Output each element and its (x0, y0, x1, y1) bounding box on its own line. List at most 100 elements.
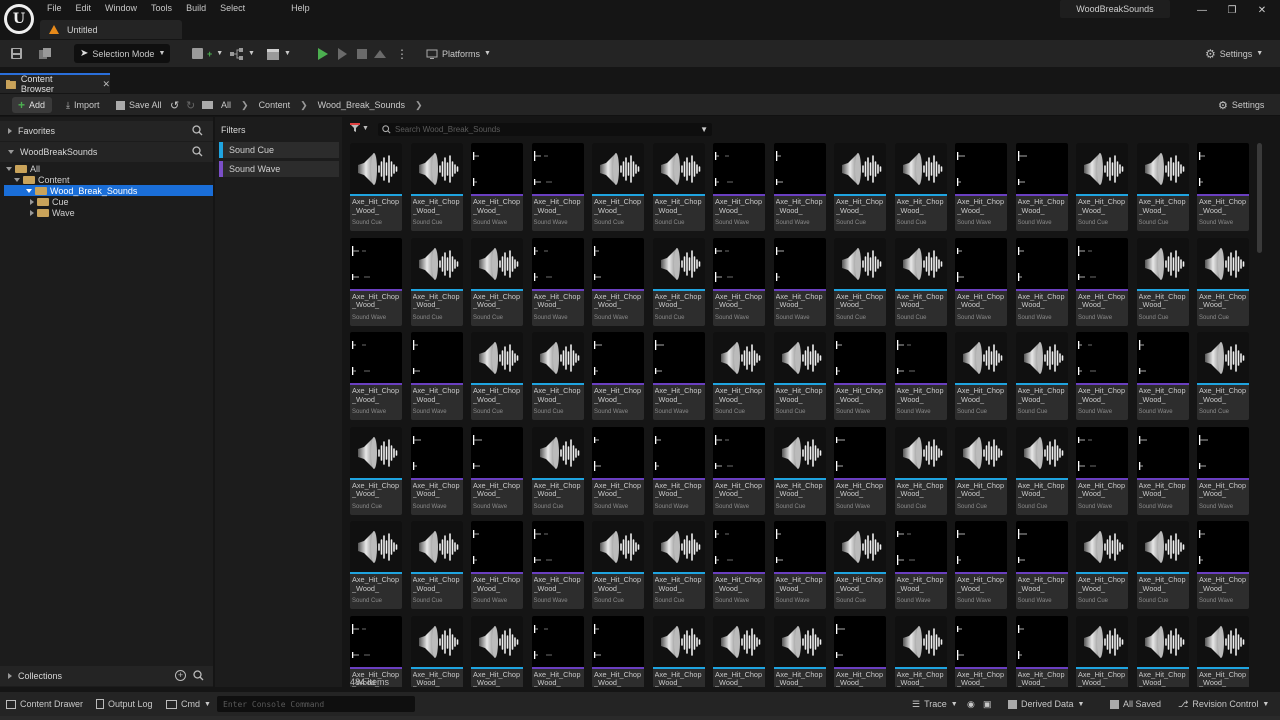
asset-tile[interactable]: Axe_Hit_Chop _Wood_Sound Cue (471, 237, 523, 326)
asset-tile[interactable]: Axe_Hit_Chop _Wood_Sound Cue (652, 615, 705, 687)
menu-help[interactable]: Help (284, 2, 317, 14)
asset-tile[interactable]: Axe_Hit_Chop _Wood_Sound Cue (531, 332, 584, 420)
close-icon[interactable]: ✕ (102, 79, 110, 90)
asset-tile[interactable]: Axe_Hit_Chop _Wood_Sound Cue (894, 237, 947, 326)
asset-tile[interactable]: Axe_Hit_Chop _Wood_Sound Wave (471, 426, 523, 515)
asset-tile[interactable]: Axe_Hit_Chop _Wood_Sound Wave (1015, 615, 1068, 687)
platforms-dropdown[interactable]: Platforms ▼ (426, 44, 491, 63)
asset-search-input[interactable]: Search Wood_Break_Sounds ▼ (378, 123, 712, 136)
scrollbar[interactable] (1257, 143, 1262, 253)
asset-tile[interactable]: Axe_Hit_Chop _Wood_Sound Cue (592, 143, 644, 231)
record-button[interactable]: ◉ (967, 697, 975, 711)
breadcrumb-wood-break-sounds[interactable]: Wood_Break_Sounds (318, 100, 405, 110)
filter-sound-wave[interactable]: Sound Wave (219, 161, 339, 177)
favorites-header[interactable]: Favorites (0, 121, 213, 141)
asset-tile[interactable]: Axe_Hit_Chop _Wood_Sound Cue (410, 521, 463, 609)
menu-file[interactable]: File (40, 2, 69, 14)
collections-header[interactable]: Collections + (0, 666, 213, 686)
asset-tile[interactable]: Axe_Hit_Chop _Wood_Sound Cue (894, 143, 947, 231)
cinematics-button[interactable]: ▼ (266, 44, 291, 63)
asset-tile[interactable]: Axe_Hit_Chop _Wood_Sound Wave (955, 521, 1007, 609)
asset-tile[interactable]: Axe_Hit_Chop _Wood_Sound Wave (531, 615, 584, 687)
asset-tile[interactable]: Axe_Hit_Chop _Wood_Sound Wave (471, 143, 523, 231)
asset-tile[interactable]: Axe_Hit_Chop _Wood_Sound Cue (531, 426, 584, 515)
eject-button[interactable] (374, 44, 386, 63)
asset-tile[interactable]: Axe_Hit_Chop _Wood_Sound Wave (773, 143, 826, 231)
asset-tile[interactable]: Axe_Hit_Chop _Wood_Sound Cue (834, 521, 886, 609)
tree-item-all[interactable]: All (0, 163, 213, 174)
asset-tile[interactable]: Axe_Hit_Chop _Wood_Sound Cue (1015, 426, 1068, 515)
asset-tile[interactable]: Axe_Hit_Chop _Wood_Sound Cue (1136, 615, 1189, 687)
console-input[interactable]: Enter Console Command (217, 696, 415, 712)
history-back-button[interactable]: ↺ (170, 98, 179, 112)
breadcrumb-all[interactable]: All (221, 100, 231, 110)
tree-item-wood-break-sounds[interactable]: Wood_Break_Sounds (4, 185, 213, 196)
menu-window[interactable]: Window (98, 2, 144, 14)
asset-tile[interactable]: Axe_Hit_Chop _Wood_Sound Cue (1015, 332, 1068, 420)
asset-tile[interactable]: Axe_Hit_Chop _Wood_Sound Wave (410, 332, 463, 420)
asset-tile[interactable]: Axe_Hit_Chop _Wood_Sound Cue (1076, 521, 1128, 609)
tree-item-wave[interactable]: Wave (0, 207, 213, 218)
asset-tile[interactable]: Axe_Hit_Chop _Wood_Sound Cue (773, 332, 826, 420)
asset-tile[interactable]: Axe_Hit_Chop _Wood_Sound Wave (713, 521, 765, 609)
asset-tile[interactable]: Axe_Hit_Chop _Wood_Sound Cue (1136, 521, 1189, 609)
asset-tile[interactable]: Axe_Hit_Chop _Wood_Sound Wave (592, 332, 644, 420)
blueprint-button[interactable]: ▼ (230, 44, 255, 63)
asset-tile[interactable]: Axe_Hit_Chop _Wood_Sound Cue (834, 237, 886, 326)
asset-tile[interactable]: Axe_Hit_Chop _Wood_Sound Cue (834, 143, 886, 231)
asset-tile[interactable]: Axe_Hit_Chop _Wood_Sound Wave (1015, 143, 1068, 231)
asset-tile[interactable]: Axe_Hit_Chop _Wood_Sound Wave (531, 143, 584, 231)
asset-tile[interactable]: Axe_Hit_Chop _Wood_Sound Wave (350, 332, 402, 420)
asset-tile[interactable]: Axe_Hit_Chop _Wood_Sound Cue (652, 143, 705, 231)
asset-tile[interactable]: Axe_Hit_Chop _Wood_Sound Wave (531, 521, 584, 609)
menu-build[interactable]: Build (179, 2, 213, 14)
asset-tile[interactable]: Axe_Hit_Chop _Wood_Sound Cue (713, 332, 765, 420)
browse-icon[interactable] (38, 44, 52, 63)
asset-tile[interactable]: Axe_Hit_Chop _Wood_Sound Cue (955, 332, 1007, 420)
asset-tile[interactable]: Axe_Hit_Chop _Wood_Sound Wave (955, 143, 1007, 231)
content-drawer-button[interactable]: Content Drawer (6, 697, 83, 711)
asset-tile[interactable]: Axe_Hit_Chop _Wood_Sound Wave (1076, 332, 1128, 420)
add-button[interactable]: + Add (12, 97, 52, 113)
asset-tile[interactable]: Axe_Hit_Chop _Wood_Sound Wave (471, 521, 523, 609)
menu-edit[interactable]: Edit (69, 2, 99, 14)
import-button[interactable]: ⤓ Import (66, 98, 100, 112)
play-button[interactable] (318, 44, 328, 63)
history-forward-button[interactable]: ↻ (186, 98, 195, 112)
search-icon[interactable] (193, 670, 204, 683)
asset-tile[interactable]: Axe_Hit_Chop _Wood_Sound Cue (713, 615, 765, 687)
asset-tile[interactable]: Axe_Hit_Chop _Wood_Sound Wave (350, 237, 402, 326)
revision-control-dropdown[interactable]: ⎇ Revision Control ▼ (1178, 697, 1269, 711)
search-icon[interactable] (192, 146, 203, 159)
cmd-dropdown[interactable]: Cmd ▼ (166, 697, 211, 711)
asset-tile[interactable]: Axe_Hit_Chop _Wood_Sound Cue (1136, 237, 1189, 326)
asset-tile[interactable]: Axe_Hit_Chop _Wood_Sound Cue (773, 615, 826, 687)
save-icon[interactable] (10, 44, 23, 63)
breadcrumb-content[interactable]: Content (259, 100, 291, 110)
asset-tile[interactable]: Axe_Hit_Chop _Wood_Sound Cue (410, 237, 463, 326)
asset-tile[interactable]: Axe_Hit_Chop _Wood_Sound Wave (592, 426, 644, 515)
minimize-icon[interactable]: — (1192, 4, 1212, 18)
asset-tile[interactable]: Axe_Hit_Chop _Wood_Sound Cue (1076, 143, 1128, 231)
trace-dropdown[interactable]: ☰ Trace ▼ (912, 697, 958, 711)
selection-mode-dropdown[interactable]: ➤ Selection Mode ▼ (74, 44, 170, 63)
close-icon[interactable]: ✕ (1252, 4, 1272, 18)
play-options-button[interactable]: ⋮ (396, 44, 408, 63)
asset-tile[interactable]: Axe_Hit_Chop _Wood_Sound Wave (713, 426, 765, 515)
output-log-button[interactable]: Output Log (96, 697, 153, 711)
asset-tile[interactable]: Axe_Hit_Chop _Wood_Sound Cue (410, 143, 463, 231)
maximize-icon[interactable]: ❐ (1222, 4, 1242, 18)
menu-select[interactable]: Select (213, 2, 252, 14)
asset-tile[interactable]: Axe_Hit_Chop _Wood_Sound Cue (894, 615, 947, 687)
asset-tile[interactable]: Axe_Hit_Chop _Wood_Sound Wave (652, 426, 705, 515)
asset-tile[interactable]: Axe_Hit_Chop _Wood_Sound Wave (592, 237, 644, 326)
asset-tile[interactable]: Axe_Hit_Chop _Wood_Sound Wave (1136, 426, 1189, 515)
content-browser-tab[interactable]: Content Browser ✕ (0, 73, 110, 94)
asset-tile[interactable]: Axe_Hit_Chop _Wood_Sound Wave (894, 332, 947, 420)
derived-data-dropdown[interactable]: Derived Data ▼ (1008, 697, 1084, 711)
asset-tile[interactable]: Axe_Hit_Chop _Wood_Sound Wave (1197, 521, 1249, 609)
asset-tile[interactable]: Axe_Hit_Chop _Wood_Sound Wave (1197, 143, 1249, 231)
asset-tile[interactable]: Axe_Hit_Chop _Wood_Sound Cue (350, 143, 402, 231)
project-header[interactable]: WoodBreakSounds (0, 142, 213, 162)
asset-tile[interactable]: Axe_Hit_Chop _Wood_Sound Cue (652, 237, 705, 326)
